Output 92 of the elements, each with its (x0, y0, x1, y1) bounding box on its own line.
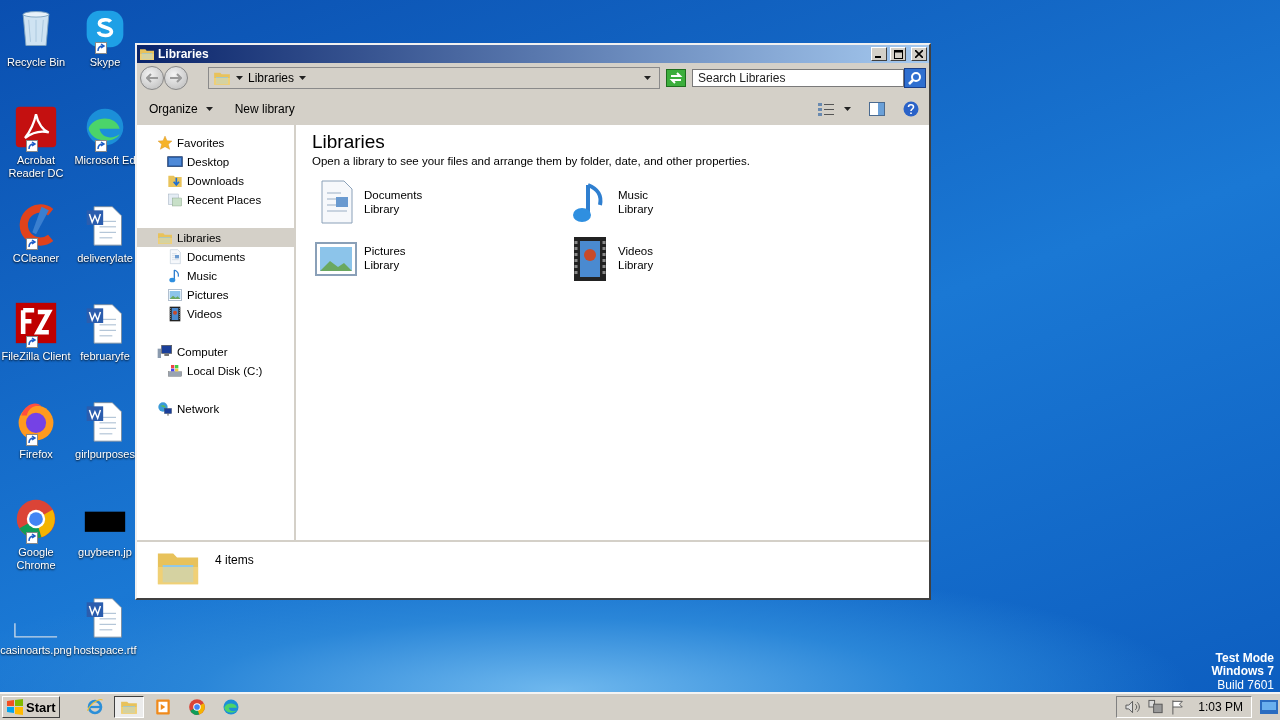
desktop-icon-label[interactable]: casinoarts.png (0, 644, 72, 657)
nav-item[interactable]: Computer (137, 342, 294, 361)
system-watermark-text: Build 7601 (1217, 678, 1274, 692)
ie-browser-icon (85, 698, 104, 716)
library-item[interactable]: Music Library (566, 179, 820, 235)
show-desktop-icon (1260, 700, 1278, 714)
caret-icon (644, 76, 651, 80)
view-options-button[interactable] (818, 102, 834, 116)
media-player-icon (153, 698, 172, 716)
maximize-icon (893, 49, 903, 59)
desktop-icon-label[interactable]: Acrobat Reader DC (0, 154, 72, 180)
page-heading: Libraries (312, 131, 386, 153)
toolbar-button[interactable]: New library (232, 100, 297, 118)
library-folder-icon (139, 46, 155, 62)
chrome-icon (14, 497, 58, 541)
star-icon (157, 134, 173, 151)
chrome-icon (187, 698, 206, 716)
film-icon (167, 305, 183, 322)
desktop-icon-label[interactable]: Firefox (19, 448, 53, 461)
desktop-icon-label[interactable]: deliverylate (77, 252, 133, 265)
nav-item[interactable]: Videos (137, 304, 294, 323)
view-dropdown-icon (844, 107, 851, 111)
description-text: Open a library to see your files and arrange them by folder, date, and other properties. (312, 155, 751, 167)
help-button[interactable] (903, 101, 919, 117)
nav-item[interactable]: Libraries (137, 228, 294, 247)
system-watermark-text: Windows 7 (1211, 665, 1274, 679)
ftp-app-icon (14, 301, 58, 345)
nav-item[interactable]: Network (137, 399, 294, 418)
recent-places-icon (167, 191, 183, 208)
view-options-icon (818, 102, 834, 116)
refresh-icon (669, 72, 683, 84)
caret-icon (205, 107, 213, 111)
nav-item[interactable]: Pictures (137, 285, 294, 304)
desktop-icon-label[interactable]: Recycle Bin (6, 56, 66, 69)
speaker-icon[interactable] (1125, 700, 1141, 714)
back-button[interactable] (140, 66, 164, 90)
help-icon (903, 101, 919, 117)
forward-icon (170, 73, 182, 83)
window-title: Libraries (158, 47, 210, 61)
desktop-icon-label[interactable]: FileZilla Client (1, 350, 71, 363)
pictures-icon (167, 286, 183, 303)
start-icon (6, 699, 24, 715)
preview-pane-button[interactable] (869, 102, 885, 116)
desktop-icon (167, 153, 183, 170)
close-button[interactable] (911, 47, 927, 61)
desktop-icon-label[interactable]: Microsoft Ed (74, 154, 136, 167)
address-bar[interactable]: Libraries (208, 67, 660, 89)
pdf-app-icon (14, 105, 58, 149)
preview-pane-icon (869, 102, 885, 116)
search-icon (908, 71, 922, 85)
desktop-icon-label[interactable]: girlpurposes (75, 448, 135, 461)
nav-item[interactable]: Downloads (137, 171, 294, 190)
library-item[interactable]: Documents Library (312, 179, 566, 235)
search-field[interactable]: Search Libraries (692, 69, 904, 87)
toolbar-button[interactable]: Organize (147, 100, 215, 118)
flag-icon[interactable] (1171, 699, 1185, 715)
start-button[interactable]: Start (2, 696, 60, 718)
disk-drive-icon (167, 362, 183, 379)
image-file-icon (14, 622, 58, 638)
taskbar-app-button[interactable] (113, 696, 144, 718)
refresh-button[interactable] (666, 69, 686, 87)
caret-icon (236, 76, 243, 80)
desktop-icon-label[interactable]: Google Chrome (0, 546, 72, 572)
nav-item[interactable]: Documents (137, 247, 294, 266)
item-count: 4 items (215, 552, 254, 567)
nav-item[interactable]: Desktop (137, 152, 294, 171)
back-icon (146, 73, 158, 83)
caret-icon (299, 76, 307, 80)
computer-icon (157, 343, 173, 360)
maximize-button[interactable] (890, 47, 906, 61)
documents-icon (167, 248, 183, 265)
network-icon[interactable] (1148, 699, 1164, 715)
edge-browser-icon (221, 698, 240, 716)
desktop-icon-label[interactable]: hostspace.rtf (73, 644, 137, 657)
forward-button[interactable] (164, 66, 188, 90)
system-watermark-text: Test Mode (1215, 651, 1274, 665)
search-button[interactable] (904, 68, 926, 88)
breadcrumb-item[interactable]: Libraries (248, 71, 295, 85)
desktop-icon-label[interactable]: CCleaner (12, 252, 60, 265)
desktop-icon-label[interactable]: februaryfe (80, 350, 130, 363)
library-item[interactable]: Videos Library (566, 235, 820, 291)
library-item[interactable]: Pictures Library (312, 235, 566, 291)
view-dropdown-button[interactable] (844, 107, 851, 111)
nav-item[interactable]: Favorites (137, 133, 294, 152)
nav-item[interactable]: Recent Places (137, 190, 294, 209)
desktop-icon-label[interactable]: Skype (89, 56, 121, 69)
network-icon (157, 400, 173, 417)
nav-item[interactable]: Local Disk (C:) (137, 361, 294, 380)
desktop-icon-label[interactable]: guybeen.jp (78, 546, 132, 559)
close-icon (915, 50, 923, 58)
nav-item[interactable]: Music (137, 266, 294, 285)
minimize-button[interactable] (871, 47, 887, 61)
